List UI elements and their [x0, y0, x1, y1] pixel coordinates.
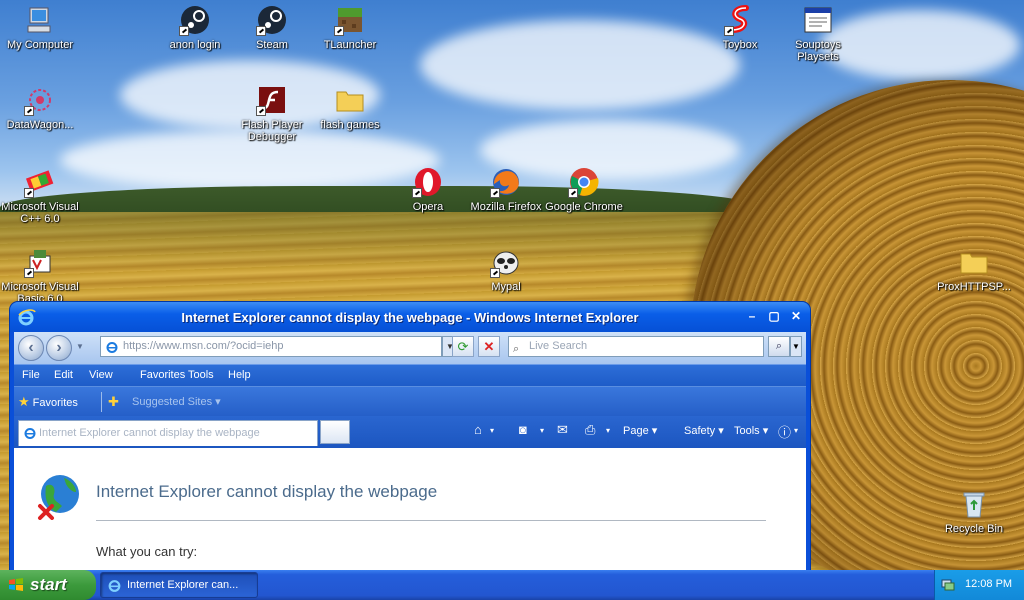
clock[interactable]: 12:08 PM	[965, 578, 1012, 590]
home-icon[interactable]: ⌂	[474, 422, 482, 437]
firefox-icon	[490, 166, 522, 198]
network-icon[interactable]	[941, 578, 955, 591]
folder-icon	[958, 246, 990, 278]
opera-icon	[412, 166, 444, 198]
back-button[interactable]: ‹	[18, 335, 44, 361]
steam-icon	[256, 4, 288, 36]
page-content: Internet Explorer cannot display the web…	[14, 448, 806, 574]
suggested-sites-button[interactable]: Suggested Sites ▾	[132, 395, 221, 408]
title-bar[interactable]: Internet Explorer cannot display the web…	[10, 302, 810, 332]
mail-icon[interactable]: ✉	[557, 422, 568, 438]
menu-file[interactable]: File	[22, 369, 40, 381]
chrome-icon	[568, 166, 600, 198]
steam-icon	[179, 4, 211, 36]
recycle-bin-icon	[958, 488, 990, 520]
safety-menu-button[interactable]: Safety ▾	[684, 424, 724, 437]
forward-button[interactable]: ›	[46, 335, 72, 361]
start-button[interactable]: start	[0, 570, 96, 600]
cloud	[420, 20, 740, 110]
desktop-icon-msvb[interactable]: Microsoft Visual Basic 6.0	[0, 246, 80, 305]
window-app-icon	[802, 4, 834, 36]
taskbar: start Internet Explorer can... 12:08 PM	[0, 570, 1024, 600]
divider	[101, 392, 102, 412]
desktop-icon-tlauncher[interactable]: TLauncher	[310, 4, 390, 51]
feeds-dropdown-icon[interactable]: ▾	[540, 426, 544, 435]
taskbar-button-ie[interactable]: Internet Explorer can...	[100, 572, 258, 598]
desktop-icon-chrome[interactable]: Google Chrome	[544, 166, 624, 213]
print-dropdown-icon[interactable]: ▾	[606, 426, 610, 435]
ie-page-icon	[24, 428, 36, 439]
error-heading: Internet Explorer cannot display the web…	[96, 482, 438, 501]
ie-window[interactable]: Internet Explorer cannot display the web…	[10, 302, 810, 574]
system-tray: 12:08 PM	[934, 570, 1024, 600]
search-options-dropdown-icon[interactable]: ▼	[790, 336, 802, 357]
menu-tools[interactable]: Tools	[188, 369, 214, 381]
menu-view[interactable]: View	[89, 369, 113, 381]
ie-page-icon	[106, 342, 118, 353]
home-dropdown-icon[interactable]: ▾	[490, 426, 494, 435]
feeds-icon[interactable]: ◙	[519, 422, 527, 437]
search-go-button[interactable]: ⌕	[768, 336, 790, 357]
desktop-icon-flash-games[interactable]: flash games	[310, 84, 390, 131]
favorites-bar: ★ Favorites ✚ Suggested Sites ▾	[14, 386, 806, 416]
desktop-icon-recycle-bin[interactable]: Recycle Bin	[934, 488, 1014, 535]
star-icon: ★	[18, 394, 30, 409]
favorites-button[interactable]: ★ Favorites	[18, 394, 78, 410]
desktop-icon-flash-player[interactable]: Flash Player Debugger	[232, 84, 312, 143]
folder-icon	[334, 84, 366, 116]
windows-logo-icon	[9, 578, 23, 591]
tools-menu-button[interactable]: Tools ▾	[734, 424, 768, 437]
desktop-icon-toybox[interactable]: Toybox	[700, 4, 780, 51]
computer-icon	[24, 4, 56, 36]
search-input[interactable]: ⌕ Live Search	[508, 336, 764, 357]
tab-current[interactable]: Internet Explorer cannot display the web…	[18, 420, 318, 446]
desktop-icon-anon-login[interactable]: anon login	[155, 4, 235, 51]
page-menu-button[interactable]: Page ▾	[623, 424, 657, 437]
new-tab-button[interactable]	[320, 420, 350, 444]
print-icon[interactable]: ⎙	[585, 422, 595, 438]
desktop-icon-firefox[interactable]: Mozilla Firefox	[466, 166, 546, 213]
add-to-favorites-bar-icon[interactable]: ✚	[108, 394, 119, 410]
visual-basic-icon	[24, 246, 56, 278]
shortcut-arrow-icon	[179, 26, 189, 36]
maximize-button[interactable]: ▢	[764, 307, 784, 327]
visual-cpp-icon	[24, 166, 56, 198]
desktop-icon-steam[interactable]: Steam	[232, 4, 312, 51]
desktop-icon-msvc[interactable]: Microsoft Visual C++ 6.0	[0, 166, 80, 225]
help-icon[interactable]: ⓘ	[778, 422, 791, 441]
desktop-icon-my-computer[interactable]: My Computer	[0, 4, 80, 51]
what-you-can-try-heading: What you can try:	[96, 544, 198, 559]
history-dropdown-icon[interactable]: ▼	[76, 342, 84, 351]
menu-edit[interactable]: Edit	[54, 369, 73, 381]
ie-logo-icon	[108, 580, 121, 592]
divider	[96, 520, 766, 521]
address-bar[interactable]: https://www.msn.com/?ocid=iehp	[100, 336, 442, 357]
stop-icon[interactable]: ✕	[478, 336, 500, 357]
flash-icon	[256, 84, 288, 116]
close-button[interactable]: ✕	[786, 307, 806, 327]
globe-error-icon	[38, 475, 79, 520]
toybox-icon	[724, 4, 756, 36]
navigation-bar: ‹ › ▼ https://www.msn.com/?ocid=iehp ▼ ⟳…	[14, 332, 806, 364]
menu-favorites[interactable]: Favorites	[140, 369, 185, 381]
desktop-icon-proxhttp[interactable]: ProxHTTPSP...	[934, 246, 1014, 293]
desktop-icon-souptoys[interactable]: Souptoys Playsets	[778, 4, 858, 63]
help-dropdown-icon[interactable]: ▾	[794, 426, 798, 435]
desktop-icon-datawagon[interactable]: DataWagon...	[0, 84, 80, 131]
menu-bar: File Edit View Favorites Tools Help	[14, 364, 806, 386]
desktop-icon-opera[interactable]: Opera	[388, 166, 468, 213]
menu-help[interactable]: Help	[228, 369, 251, 381]
grass-block-icon	[334, 4, 366, 36]
datawagon-icon	[24, 84, 56, 116]
minimize-button[interactable]: –	[742, 307, 762, 327]
command-bar: Internet Explorer cannot display the web…	[14, 416, 806, 448]
desktop-icon-mypal[interactable]: Mypal	[466, 246, 546, 293]
search-icon: ⌕	[513, 343, 520, 355]
refresh-icon[interactable]: ⟳	[452, 336, 474, 357]
window-title: Internet Explorer cannot display the web…	[181, 310, 639, 325]
mypal-icon	[490, 246, 522, 278]
